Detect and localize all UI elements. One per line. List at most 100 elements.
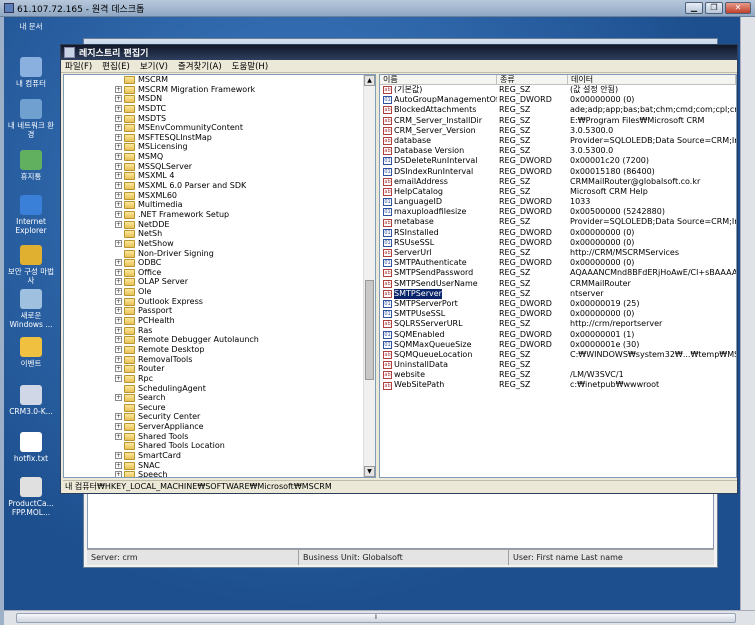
expand-icon[interactable]: +: [115, 365, 122, 373]
tree-item[interactable]: + MSDN: [64, 94, 375, 104]
value-row[interactable]: ab Database Version REG_SZ 3.0.5300.0: [380, 146, 736, 156]
tree-item[interactable]: + MSXML 6.0 Parser and SDK: [64, 181, 375, 191]
tree-item[interactable]: NetSh: [64, 229, 375, 239]
expand-icon[interactable]: +: [115, 133, 122, 141]
expand-icon[interactable]: +: [115, 191, 122, 199]
column-header-name[interactable]: 이름: [380, 75, 497, 84]
expand-icon[interactable]: +: [115, 268, 122, 276]
value-row[interactable]: ab CRM_Server_Version REG_SZ 3.0.5300.0: [380, 126, 736, 136]
menu-item[interactable]: 즐겨찾기(A): [178, 60, 222, 72]
tree-item[interactable]: + MSLicensing: [64, 142, 375, 152]
tree-item[interactable]: + MSXML 4: [64, 171, 375, 181]
tree-item[interactable]: Non-Driver Signing: [64, 249, 375, 259]
tree-item[interactable]: + OLAP Server: [64, 277, 375, 287]
value-row[interactable]: ab SMTPServer REG_SZ ntserver: [380, 288, 736, 299]
tree-item[interactable]: + MSFTESQLInstMap: [64, 133, 375, 143]
tree-item[interactable]: + ServerAppliance: [64, 422, 375, 432]
desktop-icon[interactable]: 새로운 Windows ...: [6, 289, 56, 329]
value-row[interactable]: 01 DSDeleteRunInterval REG_DWORD 0x00001c20…: [380, 156, 736, 166]
tree-item[interactable]: + Passport: [64, 306, 375, 316]
value-row[interactable]: ab CRM_Server_InstallDir REG_SZ E:₩Program …: [380, 116, 736, 126]
value-row[interactable]: 01 RSInstalled REG_DWORD 0x00000000 (0): [380, 228, 736, 238]
expand-icon[interactable]: +: [115, 239, 122, 247]
horizontal-scrollbar[interactable]: ⦀: [4, 610, 755, 625]
value-row[interactable]: 01 SMTPUseSSL REG_DWORD 0x00000000 (0): [380, 309, 736, 319]
column-header-type[interactable]: 종류: [497, 75, 568, 84]
desktop-icon[interactable]: Internet Explorer: [6, 195, 56, 235]
value-row[interactable]: ab metabase REG_SZ Provider=SQLOLEDB;Data S…: [380, 217, 736, 227]
tree-item[interactable]: + Search: [64, 393, 375, 403]
expand-icon[interactable]: +: [115, 413, 122, 421]
minimize-button[interactable]: ▁: [685, 2, 703, 14]
scrollbar-thumb[interactable]: ⦀: [16, 613, 736, 623]
expand-icon[interactable]: +: [115, 153, 122, 161]
tree-item[interactable]: + Router: [64, 364, 375, 374]
expand-icon[interactable]: +: [115, 114, 122, 122]
expand-icon[interactable]: +: [115, 374, 122, 382]
scroll-up-arrow-icon[interactable]: ▲: [364, 75, 375, 86]
tree-item[interactable]: + .NET Framework Setup: [64, 210, 375, 220]
tree-item[interactable]: + Speech: [64, 470, 375, 477]
value-row[interactable]: ab SMTPSendPassword REG_SZ AQAAANCMnd8BFdER…: [380, 268, 736, 278]
value-row[interactable]: 01 AutoGroupManagementOff REG_DWORD 0x00000…: [380, 95, 736, 105]
tree-item[interactable]: + MSSQLServer: [64, 162, 375, 172]
tree-item[interactable]: + MSDTS: [64, 114, 375, 124]
expand-icon[interactable]: +: [115, 461, 122, 469]
value-row[interactable]: 01 SMTPAuthenticate REG_DWORD 0x00000000 (0…: [380, 258, 736, 268]
tree-item[interactable]: + PCHealth: [64, 316, 375, 326]
value-row[interactable]: 01 SMTPServerPort REG_DWORD 0x00000019 (25): [380, 299, 736, 309]
value-row[interactable]: 01 SQMEnabled REG_DWORD 0x00000001 (1): [380, 330, 736, 340]
value-row[interactable]: ab (기본값) REG_SZ (값 설정 안됨): [380, 85, 736, 95]
value-row[interactable]: ab UninstallData REG_SZ: [380, 360, 736, 370]
expand-icon[interactable]: +: [115, 104, 122, 112]
expand-icon[interactable]: +: [115, 451, 122, 459]
tree-item[interactable]: + Security Center: [64, 412, 375, 422]
close-button[interactable]: ✕: [725, 2, 751, 14]
expand-icon[interactable]: +: [115, 143, 122, 151]
desktop-icon[interactable]: CRM3.0-K...: [6, 385, 56, 416]
desktop-icon[interactable]: 내 컴퓨터: [6, 57, 56, 88]
value-row[interactable]: 01 DSIndexRunInterval REG_DWORD 0x00015180 …: [380, 167, 736, 177]
expand-icon[interactable]: +: [115, 471, 122, 477]
tree-item[interactable]: + Multimedia: [64, 200, 375, 210]
menu-item[interactable]: 파일(F): [65, 60, 92, 72]
value-row[interactable]: ab WebSitePath REG_SZ c:₩inetpub₩wwwroot: [380, 380, 736, 390]
expand-icon[interactable]: +: [115, 182, 122, 190]
tree-scrollbar-thumb[interactable]: [365, 280, 374, 380]
tree-item[interactable]: + NetDDE: [64, 220, 375, 230]
value-row[interactable]: ab database REG_SZ Provider=SQLOLEDB;Data S…: [380, 136, 736, 146]
tree-item[interactable]: Secure: [64, 403, 375, 413]
expand-icon[interactable]: +: [115, 124, 122, 132]
expand-icon[interactable]: +: [115, 201, 122, 209]
expand-icon[interactable]: +: [115, 336, 122, 344]
expand-icon[interactable]: +: [115, 345, 122, 353]
menu-item[interactable]: 도움말(H): [232, 60, 268, 72]
desktop-icon[interactable]: ProductCa... FPP.MOL...: [6, 477, 56, 517]
tree-item[interactable]: + MSCRM Migration Framework: [64, 85, 375, 95]
tree-item[interactable]: + MSEnvCommunityContent: [64, 123, 375, 133]
tree-item[interactable]: + Shared Tools: [64, 432, 375, 442]
registry-values-list[interactable]: 이름 종류 데이터 ab (기본값) REG_SZ (값 설정 안됨) 01 AutoGr…: [379, 74, 737, 478]
value-row[interactable]: ab BlockedAttachments REG_SZ ade;adp;app;ba…: [380, 105, 736, 115]
expand-icon[interactable]: +: [115, 297, 122, 305]
desktop-icon[interactable]: 보안 구성 마법사: [6, 245, 56, 285]
value-row[interactable]: ab emailAddress REG_SZ CRMMailRouter@global…: [380, 177, 736, 187]
value-row[interactable]: 01 maxuploadfilesize REG_DWORD 0x00500000 (…: [380, 207, 736, 217]
tree-item[interactable]: + ODBC: [64, 258, 375, 268]
expand-icon[interactable]: +: [115, 326, 122, 334]
expand-icon[interactable]: +: [115, 259, 122, 267]
expand-icon[interactable]: +: [115, 394, 122, 402]
desktop-icon[interactable]: 이벤트: [6, 337, 56, 368]
expand-icon[interactable]: +: [115, 432, 122, 440]
tree-item[interactable]: SchedulingAgent: [64, 384, 375, 394]
value-row[interactable]: 01 LanguageID REG_DWORD 1033: [380, 197, 736, 207]
desktop-icon[interactable]: 내 네트워크 환경: [6, 99, 56, 139]
expand-icon[interactable]: +: [115, 172, 122, 180]
tree-item[interactable]: + Office: [64, 268, 375, 278]
expand-icon[interactable]: +: [115, 278, 122, 286]
value-row[interactable]: ab website REG_SZ/LM/W3SVC/1: [380, 370, 736, 380]
desktop-icon[interactable]: 내 문서: [6, 22, 56, 31]
tree-item[interactable]: + Ole: [64, 287, 375, 297]
tree-item[interactable]: + NetShow: [64, 239, 375, 249]
expand-icon[interactable]: +: [115, 95, 122, 103]
